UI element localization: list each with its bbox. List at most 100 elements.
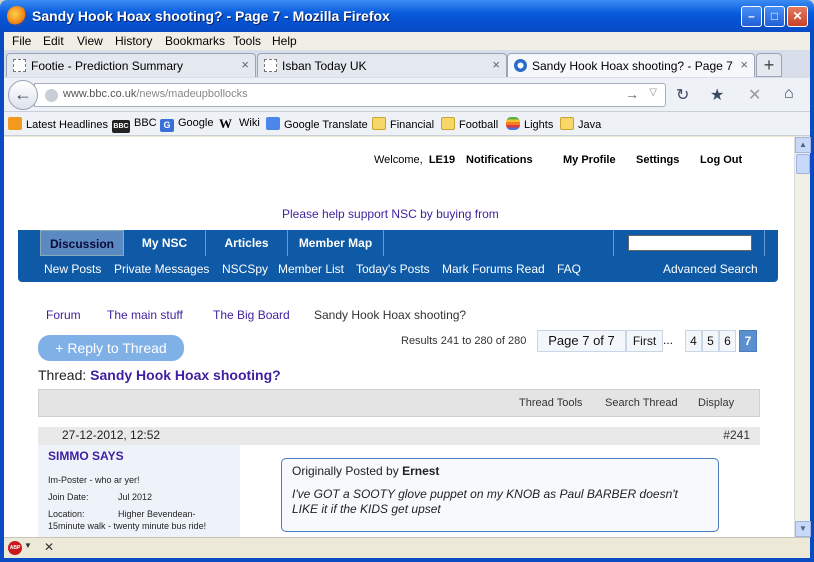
folder-icon [372, 117, 386, 130]
tab-my-nsc[interactable]: My NSC [124, 230, 206, 256]
close-window-button[interactable]: ✕ [787, 6, 808, 27]
bookmark-star-icon[interactable]: ★ [710, 85, 724, 105]
close-addon-bar-icon[interactable]: ✕ [44, 540, 54, 554]
tab-articles[interactable]: Articles [206, 230, 288, 256]
advanced-search-link[interactable]: Advanced Search [663, 262, 758, 276]
menu-tools[interactable]: Tools [233, 34, 261, 48]
page-6-link[interactable]: 6 [719, 330, 736, 352]
todays-posts-link[interactable]: Today's Posts [356, 262, 430, 276]
scroll-up-icon[interactable]: ▲ [795, 137, 811, 153]
page-4-link[interactable]: 4 [685, 330, 702, 352]
site-identity-icon[interactable] [45, 89, 58, 102]
bookmark-bbc[interactable]: BBC BBC [112, 117, 157, 133]
window-body: File Edit View History Bookmarks Tools H… [4, 32, 811, 558]
window-titlebar[interactable]: Sandy Hook Hoax shooting? - Page 7 - Moz… [0, 0, 814, 32]
bbc-globe-icon [514, 59, 527, 72]
tab-footie[interactable]: Footie - Prediction Summary × [6, 53, 256, 77]
post-number-link[interactable]: #241 [723, 428, 750, 442]
url-dropdown-icon[interactable]: ▽ [649, 87, 657, 98]
minimize-button[interactable]: – [741, 6, 762, 27]
home-icon[interactable]: ⌂ [784, 85, 794, 103]
adblock-icon[interactable]: ABP [8, 541, 22, 555]
breadcrumb-main-stuff[interactable]: The main stuff [107, 308, 183, 322]
logout-link[interactable]: Log Out [700, 154, 742, 166]
menu-view[interactable]: View [77, 34, 103, 48]
bookmark-wiki[interactable]: W Wiki [219, 117, 260, 130]
tab-isban[interactable]: Isban Today UK × [257, 53, 507, 77]
tab-label: Sandy Hook Hoax shooting? - Page 7 [532, 59, 733, 73]
bookmark-financial[interactable]: Financial [372, 117, 434, 131]
tab-discussion[interactable]: Discussion [40, 230, 124, 256]
thread-title-link[interactable]: Sandy Hook Hoax shooting? [90, 367, 281, 383]
breadcrumb-forum[interactable]: Forum [46, 308, 81, 322]
maximize-button[interactable]: □ [764, 6, 785, 27]
stop-icon[interactable]: ✕ [748, 85, 761, 105]
member-list-link[interactable]: Member List [278, 262, 344, 276]
quote-text: I've GOT a SOOTY glove puppet on my KNOB… [292, 487, 678, 516]
menu-bookmarks[interactable]: Bookmarks [165, 34, 225, 48]
settings-link[interactable]: Settings [636, 154, 679, 166]
my-profile-link[interactable]: My Profile [563, 154, 616, 166]
tab-close-icon[interactable]: × [740, 57, 748, 72]
nscspy-link[interactable]: NSCSpy [222, 262, 268, 276]
bookmark-google-translate[interactable]: Google Translate [266, 117, 368, 131]
scroll-thumb[interactable] [796, 154, 810, 174]
tab-close-icon[interactable]: × [492, 57, 500, 72]
page-5-link[interactable]: 5 [702, 330, 719, 352]
bookmark-football[interactable]: Football [441, 117, 498, 131]
tab-member-map[interactable]: Member Map [288, 230, 384, 256]
display-menu[interactable]: Display [698, 397, 734, 409]
faq-link[interactable]: FAQ [557, 262, 581, 276]
notifications-link[interactable]: Notifications [466, 154, 533, 166]
back-button[interactable]: ← [8, 80, 38, 110]
join-value: Jul 2012 [118, 492, 153, 502]
quote-author: Ernest [402, 464, 440, 478]
breadcrumb-big-board[interactable]: The Big Board [213, 308, 290, 322]
reply-to-thread-button[interactable]: + Reply to Thread [38, 335, 184, 361]
post-header: 27-12-2012, 12:52 #241 [38, 427, 760, 445]
menu-file[interactable]: File [12, 34, 31, 48]
adblock-dropdown-icon[interactable]: ▼ [24, 541, 32, 550]
mark-forums-read-link[interactable]: Mark Forums Read [442, 262, 545, 276]
scroll-down-icon[interactable]: ▼ [795, 521, 811, 537]
tab-label: Footie - Prediction Summary [31, 59, 184, 73]
page-7-current[interactable]: 7 [739, 330, 757, 352]
blank-page-icon [13, 59, 26, 72]
search-input[interactable] [628, 235, 752, 251]
join-label: Join Date: [48, 492, 89, 502]
url-host: www.bbc.co.uk [63, 88, 137, 100]
bookmark-label: Google Translate [284, 119, 368, 131]
tab-sandy-hook[interactable]: Sandy Hook Hoax shooting? - Page 7 × [507, 53, 755, 77]
bookmark-label: BBC [134, 117, 157, 129]
bookmark-label: Financial [390, 119, 435, 131]
private-messages-link[interactable]: Private Messages [114, 262, 209, 276]
bookmark-latest-headlines[interactable]: Latest Headlines [8, 117, 108, 131]
tab-close-icon[interactable]: × [241, 57, 249, 72]
new-tab-button[interactable]: + [756, 53, 782, 77]
user-join-date: Join Date: Jul 2012 [48, 492, 152, 502]
bookmark-lights[interactable]: Lights [506, 117, 553, 131]
reload-icon[interactable]: ↻ [676, 85, 689, 105]
user-title: Im-Poster - who ar yer! [48, 475, 140, 485]
username-link[interactable]: LE19 [429, 154, 455, 166]
bookmark-google[interactable]: G Google [160, 117, 213, 132]
new-posts-link[interactable]: New Posts [44, 262, 101, 276]
location-label: Location: [48, 509, 85, 519]
page-of-label[interactable]: Page 7 of 7 [537, 330, 626, 352]
thread-tools-menu[interactable]: Thread Tools [519, 397, 582, 409]
menu-history[interactable]: History [115, 34, 152, 48]
post-username[interactable]: SIMMO SAYS [48, 449, 124, 463]
bookmark-java[interactable]: Java [560, 117, 601, 131]
url-text[interactable]: www.bbc.co.uk/news/madeupbollocks [63, 88, 248, 100]
menu-edit[interactable]: Edit [43, 34, 64, 48]
page-content: Welcome, LE19 Notifications My Profile S… [4, 137, 794, 537]
vertical-scrollbar[interactable]: ▲ ▼ [794, 137, 811, 537]
first-page-link[interactable]: First [626, 330, 663, 352]
menu-help[interactable]: Help [272, 34, 297, 48]
go-arrow-icon[interactable]: → [625, 86, 639, 102]
bookmark-label: Java [578, 119, 602, 131]
url-bar[interactable]: www.bbc.co.uk/news/madeupbollocks → ▽ [34, 83, 666, 107]
search-thread-menu[interactable]: Search Thread [605, 397, 678, 409]
nav-search [613, 230, 765, 256]
bookmark-label: Google [178, 117, 214, 129]
